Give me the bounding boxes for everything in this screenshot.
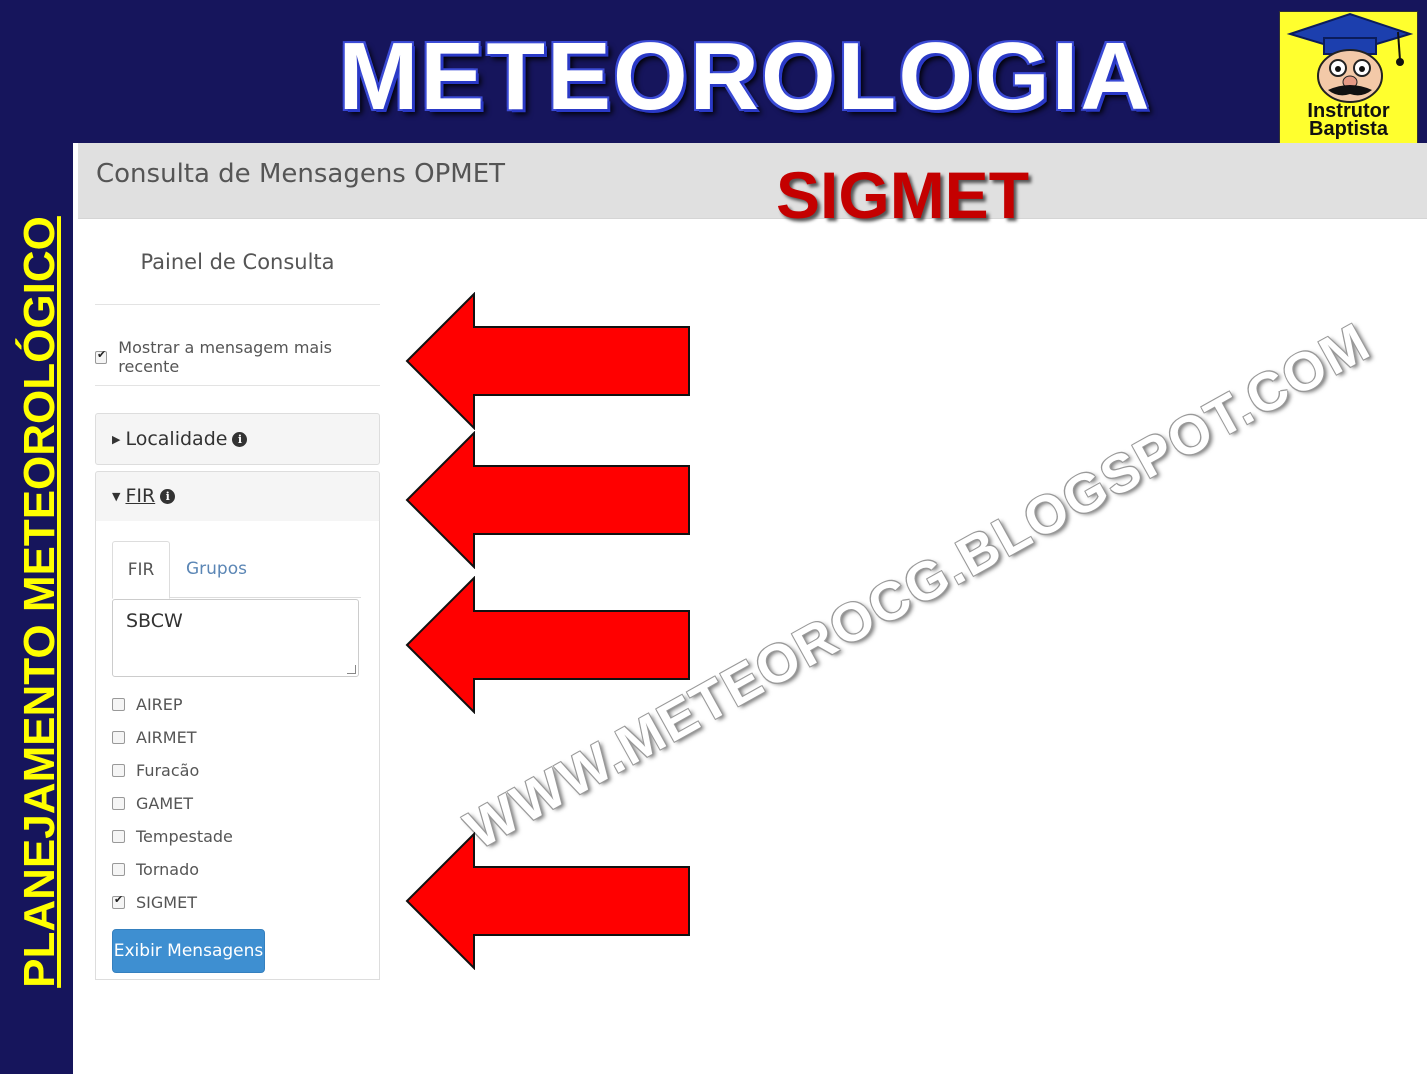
message-type-checkbox[interactable] [112,797,125,810]
message-type-checkbox[interactable] [112,830,125,843]
message-type-option[interactable]: AIRMET [112,728,196,747]
show-messages-button[interactable]: Exibir Mensagens [112,929,265,973]
localidade-header[interactable]: ▶ Localidade i [112,428,248,450]
accordion-localidade[interactable]: ▶ Localidade i [95,413,380,465]
info-icon[interactable]: i [160,488,176,504]
message-type-checkbox[interactable] [112,764,125,777]
accordion-fir[interactable]: ▼ FIR i [95,471,380,523]
side-title: PLANEJAMENTO METEOROLÓGICO [15,216,64,988]
tab-grupos[interactable]: Grupos [186,541,247,597]
fir-input-value: SBCW [126,610,183,632]
fir-header[interactable]: ▼ FIR i [112,485,176,507]
red-arrow-left-icon [405,832,690,970]
graduation-mascot-icon [1286,12,1414,103]
message-type-option[interactable]: Tornado [112,860,199,879]
fir-label[interactable]: FIR [125,485,155,507]
slide-title: METEOROLOGIA [338,23,1152,130]
divider [95,304,380,305]
recent-message-label: Mostrar a mensagem mais recente [118,338,332,376]
message-type-label: Tornado [136,860,200,879]
query-panel: Painel de Consulta Mostrar a mensagem ma… [95,218,380,1074]
opmet-screenshot: Consulta de Mensagens OPMET SIGMET Paine… [73,143,1427,1074]
tab-fir[interactable]: FIR [112,541,170,599]
message-type-option[interactable]: Furacão [112,761,199,780]
fir-input[interactable]: SBCW [112,599,359,677]
caret-down-icon: ▼ [112,489,121,503]
recent-message-option[interactable]: Mostrar a mensagem mais recente [95,338,380,376]
message-type-checkbox[interactable] [112,893,125,909]
app-header-title: Consulta de Mensagens OPMET [96,159,506,189]
message-type-option[interactable]: Tempestade [112,827,233,846]
message-type-option[interactable]: SIGMET [112,893,197,912]
localidade-label: Localidade [125,428,228,450]
fir-panel-body: FIR Grupos SBCW AIREP AIRMET Furacão GAM… [95,521,380,980]
sigmet-overlay-title: SIGMET [776,158,1030,232]
message-type-label: Tempestade [136,827,233,846]
message-type-label: AIREP [136,695,183,714]
panel-title: Painel de Consulta [140,250,335,274]
message-type-label: Furacão [136,761,200,780]
logo-line-2: Baptista [1309,118,1388,140]
info-icon[interactable]: i [232,431,248,447]
recent-message-checkbox[interactable] [95,348,108,364]
instructor-logo: Instrutor Baptista [1279,11,1418,144]
message-type-label: SIGMET [136,893,197,912]
divider [95,385,380,386]
app-header: Consulta de Mensagens OPMET SIGMET [78,143,1427,232]
message-type-label: AIRMET [136,728,197,747]
red-arrow-left-icon [405,292,690,430]
message-type-option[interactable]: GAMET [112,794,193,813]
message-type-checkbox[interactable] [112,698,125,711]
message-type-option[interactable]: AIREP [112,695,183,714]
message-type-label: GAMET [136,794,194,813]
logo-caption: Instrutor Baptista [1280,101,1417,140]
message-type-checkbox[interactable] [112,731,125,744]
caret-right-icon: ▶ [112,432,121,446]
red-arrow-left-icon [405,576,690,714]
red-arrow-left-icon [405,431,690,569]
message-type-checkbox[interactable] [112,863,125,876]
resize-handle-icon[interactable] [347,665,356,674]
